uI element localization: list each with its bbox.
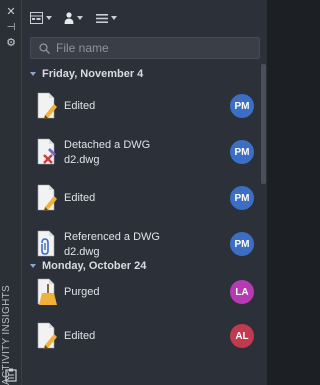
date-group-label: Friday, November 4 xyxy=(42,68,144,80)
search-input[interactable] xyxy=(56,41,236,55)
chevron-down-icon xyxy=(77,16,83,20)
purged-icon xyxy=(37,278,57,305)
scrollbar-thumb[interactable] xyxy=(261,64,266,184)
activity-action: Purged xyxy=(64,286,100,298)
edited-file-icon xyxy=(37,322,57,349)
activity-action: Referenced a DWG xyxy=(64,231,160,243)
list-item[interactable]: Edited AL xyxy=(22,314,260,360)
avatar: AL xyxy=(230,324,254,348)
activity-insights-panel: Friday, November 4 Edited PM Detached a … xyxy=(22,0,267,385)
avatar: PM xyxy=(230,186,254,210)
search-icon xyxy=(39,42,50,54)
activity-file-name[interactable]: d2.dwg xyxy=(64,153,99,167)
list-item[interactable]: Edited PM xyxy=(22,176,260,222)
list-options-icon xyxy=(96,13,108,23)
avatar: PM xyxy=(230,232,254,256)
avatar: PM xyxy=(230,140,254,164)
activity-list: Friday, November 4 Edited PM Detached a … xyxy=(22,64,260,382)
display-options-icon xyxy=(30,12,43,24)
detached-dwg-icon xyxy=(37,138,56,165)
chevron-down-icon xyxy=(111,16,117,20)
activity-action: Edited xyxy=(64,192,96,204)
date-group-header[interactable]: Friday, November 4 xyxy=(30,65,143,83)
search-box[interactable] xyxy=(30,37,260,59)
activity-action: Edited xyxy=(64,100,96,112)
chevron-down-icon xyxy=(30,264,36,268)
activity-action: Edited xyxy=(64,330,96,342)
toolbar xyxy=(22,0,267,34)
chevron-down-icon xyxy=(30,72,36,76)
properties-icon[interactable]: ⚙ xyxy=(5,37,17,49)
edited-file-icon xyxy=(37,92,57,119)
avatar: PM xyxy=(230,94,254,118)
list-item[interactable]: Edited PM xyxy=(22,84,260,130)
autohide-icon[interactable]: ⊣ xyxy=(5,22,17,34)
clipboard-icon[interactable] xyxy=(5,368,17,382)
list-item[interactable]: Purged LA xyxy=(22,270,260,316)
avatar: LA xyxy=(230,280,254,304)
palette-title-strip: ✕ ⊣ ⚙ ACTIVITY INSIGHTS xyxy=(0,0,22,385)
activity-action: Detached a DWG xyxy=(64,139,151,151)
list-item[interactable]: Detached a DWG d2.dwg PM xyxy=(22,130,260,176)
chevron-down-icon xyxy=(46,16,52,20)
user-filter-icon xyxy=(64,12,74,24)
list-options-button[interactable] xyxy=(96,11,117,25)
close-icon[interactable]: ✕ xyxy=(5,6,17,18)
display-options-button[interactable] xyxy=(30,11,52,25)
referenced-dwg-icon xyxy=(37,230,55,257)
edited-file-icon xyxy=(37,184,57,211)
user-filter-button[interactable] xyxy=(64,11,83,25)
scrollbar[interactable] xyxy=(260,64,267,382)
